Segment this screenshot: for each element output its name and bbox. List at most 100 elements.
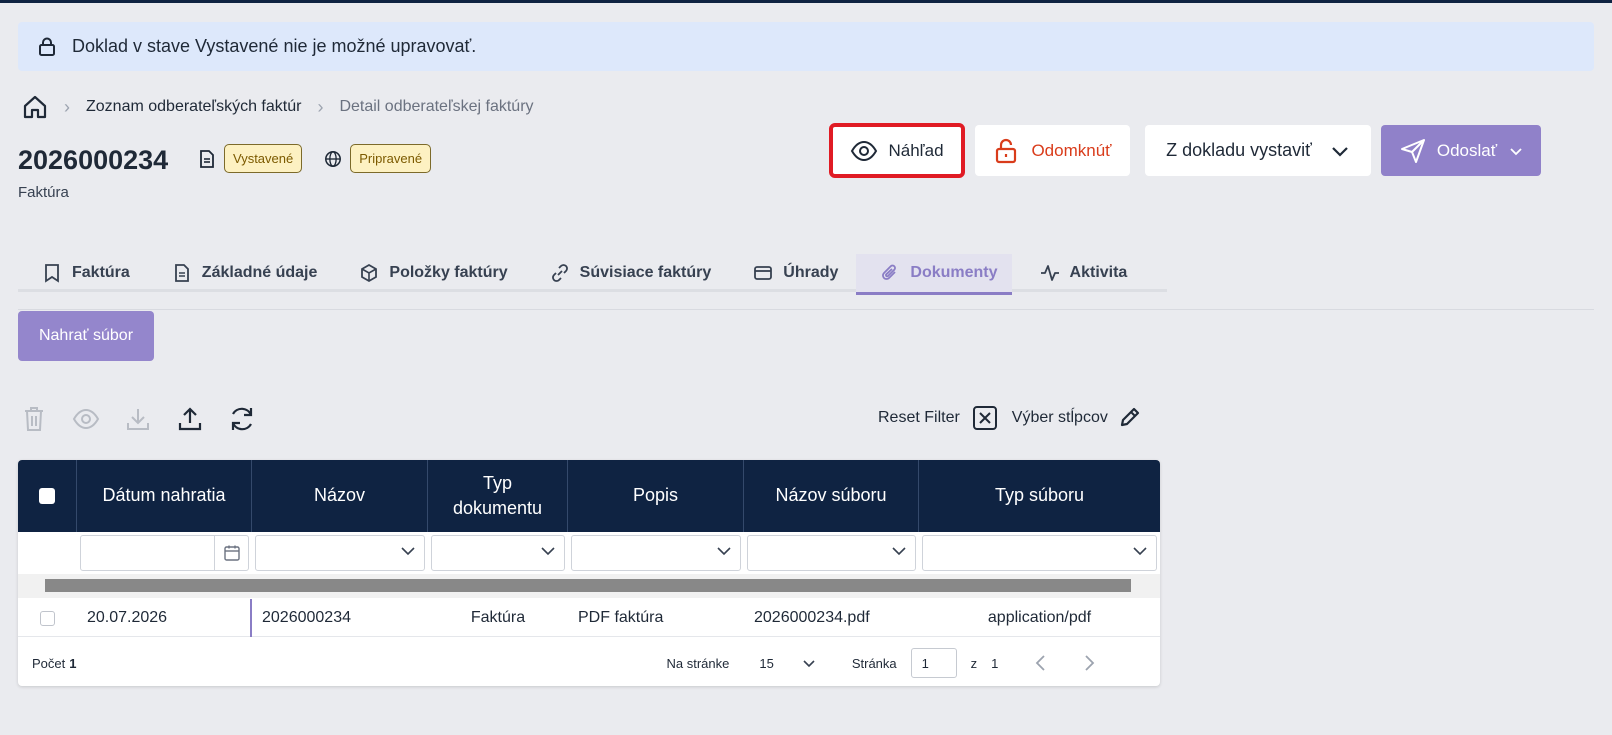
row-checkbox[interactable] [40,610,55,626]
reset-filter-label[interactable]: Reset Filter [878,409,960,427]
per-page-select[interactable]: 15 [759,656,815,671]
documents-grid: Dátum nahratia Názov Typ dokumentu Popis… [18,460,1160,686]
status-badge-web: Pripravené [350,144,432,173]
status-row: Vystavené Pripravené [198,144,445,173]
chevron-right-icon[interactable] [1082,654,1096,672]
upload-file-button[interactable]: Nahrať súbor [18,311,154,361]
filter-spacer [18,532,77,574]
tab-activity[interactable]: Aktivita [1016,254,1142,292]
trash-icon[interactable] [20,404,48,434]
file-name-filter-select[interactable] [747,535,916,571]
download-icon[interactable] [124,404,152,434]
page-label: Stránka [851,655,897,671]
preview-button[interactable]: Náhľad [829,123,965,178]
filter-name [252,532,428,574]
date-filter-input[interactable] [80,535,249,571]
breadcrumb-invoice-list[interactable]: Zoznam odberateľských faktúr [86,98,301,116]
tab-bar: Faktúra Základné údaje Položky faktúry S… [18,254,1167,295]
table-row[interactable]: 20.07.2026 2026000234 Faktúra PDF faktúr… [18,599,1160,637]
link-icon [550,263,570,283]
per-page-value: 15 [759,655,774,671]
tab-payments[interactable]: Úhrady [729,254,852,292]
card-icon [753,263,773,283]
send-icon [1399,138,1427,164]
column-select-label[interactable]: Výber stĺpcov [1012,409,1108,427]
eye-icon[interactable] [72,404,100,434]
upload-icon[interactable] [176,404,204,434]
home-icon[interactable] [22,94,48,120]
send-button[interactable]: Odoslať [1381,125,1541,176]
issue-from-document-dropdown[interactable]: Z dokladu vystaviť [1145,125,1371,176]
document-type: Faktúra [18,184,69,201]
count-value: 1 [69,655,77,671]
column-header-file-type[interactable]: Typ súboru [919,460,1160,532]
chevron-right-icon: › [317,96,324,117]
bookmark-icon [42,263,62,283]
pencil-icon[interactable] [1118,405,1144,431]
filter-document-type [428,532,568,574]
tab-related-invoices[interactable]: Súvisiace faktúry [526,254,726,292]
chevron-left-icon[interactable] [1034,654,1048,672]
chevron-down-icon [1132,543,1148,564]
chevron-down-icon[interactable] [1509,144,1523,158]
reset-filter-icon[interactable] [972,405,998,431]
box-icon [359,263,379,283]
filter-file-type [919,532,1160,574]
chevron-down-icon [540,543,556,564]
cell-file-name: 2026000234.pdf [754,609,870,626]
cell-description: PDF faktúra [578,609,664,626]
select-all-checkbox[interactable] [39,488,55,504]
breadcrumb: › Zoznam odberateľských faktúr › Detail … [22,92,534,122]
name-filter-select[interactable] [255,535,425,571]
tab-invoice[interactable]: Faktúra [18,254,144,292]
paperclip-icon [880,263,900,283]
locked-alert: Doklad v stave Vystavené nie je možné up… [18,22,1594,71]
tab-related-invoices-label: Súvisiace faktúry [579,264,712,281]
horizontal-scrollbar[interactable] [18,574,1160,598]
total-pages: 1 [991,655,999,671]
cell-document-type: Faktúra [470,609,526,626]
select-all-cell [18,460,77,532]
cell-file-type: application/pdf [987,609,1092,626]
grid-toolbar [20,404,256,434]
column-header-document-type[interactable]: Typ dokumentu [428,460,568,532]
breadcrumb-invoice-detail: Detail odberateľskej faktúry [339,98,534,115]
top-bar [0,0,1612,3]
globe-icon [324,149,342,169]
page-input[interactable]: 1 [910,648,957,678]
status-badge-document: Vystavené [224,144,303,173]
filter-description [568,532,744,574]
tab-invoice-label: Faktúra [72,264,130,281]
tab-basic-data[interactable]: Základné údaje [148,254,332,292]
document-icon [172,263,192,283]
calendar-icon[interactable] [214,536,248,570]
tabs-divider [18,309,1594,310]
tab-invoice-items[interactable]: Položky faktúry [335,254,521,292]
scrollbar-thumb[interactable] [45,579,1131,592]
grid-options: Reset Filter Výber stĺpcov [878,405,1162,431]
file-type-filter-select[interactable] [922,535,1157,571]
chevron-down-icon [802,656,816,670]
lock-icon [38,37,56,57]
column-header-description[interactable]: Popis [568,460,744,532]
column-header-file-name[interactable]: Názov súboru [744,460,919,532]
per-page-label: Na stránke [666,655,730,671]
document-number: 2026000234 [18,145,169,175]
column-header-upload-date[interactable]: Dátum nahratia [77,460,252,532]
description-filter-select[interactable] [571,535,741,571]
preview-label: Náhľad [888,140,944,160]
unlock-icon [993,138,1021,164]
unlock-button[interactable]: Odomknúť [975,125,1130,176]
row-select-cell [18,599,77,637]
grid-filter-row [18,532,1160,574]
document-type-filter-select[interactable] [431,535,565,571]
column-header-name[interactable]: Názov [252,460,428,532]
count-label: Počet [32,655,66,671]
filter-upload-date [77,532,252,574]
chevron-down-icon [716,543,732,564]
refresh-icon[interactable] [228,404,256,434]
tab-documents-label: Dokumenty [910,264,998,281]
tab-documents[interactable]: Dokumenty [856,254,1012,295]
grid-footer: Počet 1 Na stránke 15 Stránka 1 z 1 [18,640,1160,686]
eye-icon [850,138,878,164]
